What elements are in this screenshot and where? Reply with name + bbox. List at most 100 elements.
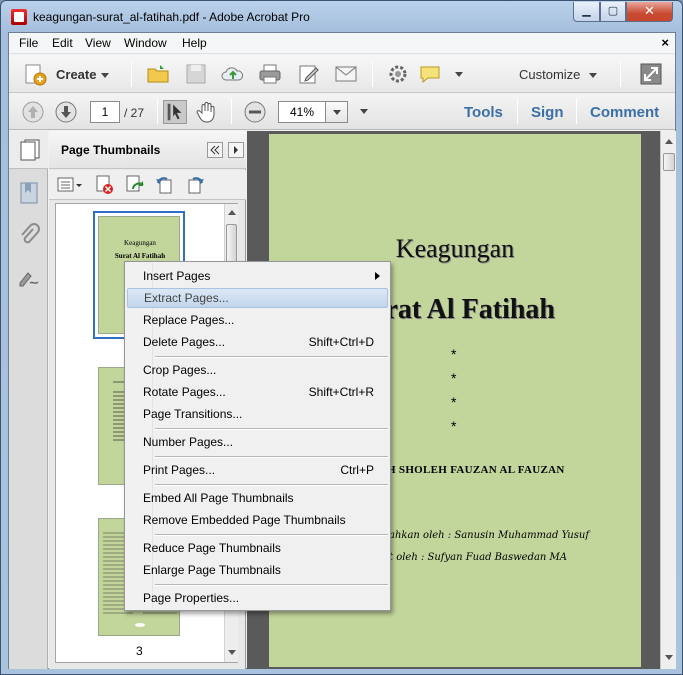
title-bar[interactable]: keagungan-surat_al-fatihah.pdf - Adobe A… (1, 1, 682, 31)
fullscreen-icon[interactable] (639, 62, 663, 86)
more-nav-dropdown-icon[interactable] (360, 109, 368, 114)
navigation-rail (9, 131, 48, 669)
menu-window[interactable]: Window (124, 36, 167, 50)
create-icon[interactable] (23, 62, 47, 86)
menu-item-label: Embed All Page Thumbnails (143, 491, 294, 505)
menu-separator (155, 428, 388, 430)
toolbar-separator (157, 98, 158, 124)
previous-page-icon[interactable] (21, 100, 45, 124)
toolbar-separator (576, 98, 577, 124)
document-scrollbar[interactable] (660, 131, 676, 669)
customize-dropdown-icon[interactable] (589, 73, 597, 78)
upload-cloud-icon[interactable] (221, 62, 245, 86)
menu-item-label: Delete Pages... (143, 335, 226, 349)
save-icon[interactable] (184, 62, 208, 86)
hand-tool-icon[interactable] (195, 100, 219, 124)
doc-star: * (451, 394, 457, 410)
options-menu-icon[interactable] (57, 176, 83, 194)
menu-insert-pages[interactable]: Insert Pages (127, 266, 388, 286)
menu-shortcut: Shift+Ctrl+D (308, 335, 374, 349)
doc-author: H SHOLEH FAUZAN AL FAUZAN (387, 464, 565, 476)
doc-scroll-up-icon[interactable] (665, 139, 673, 144)
bookmarks-icon[interactable] (19, 181, 39, 205)
menu-remove-embedded-thumbnails[interactable]: Remove Embedded Page Thumbnails (127, 510, 388, 530)
tools-pane-link[interactable]: Tools (464, 104, 503, 121)
menu-item-label: Extract Pages... (144, 291, 229, 305)
email-icon[interactable] (334, 62, 358, 86)
delete-pages-icon[interactable] (95, 175, 115, 195)
sign-pane-link[interactable]: Sign (531, 104, 564, 121)
thumb-line-2: Surat Al Fatihah (114, 252, 166, 260)
more-tools-dropdown-icon[interactable] (455, 72, 463, 77)
thumbnail-page-number: 3 (136, 644, 143, 658)
menu-file[interactable]: File (19, 36, 38, 50)
toolbar-separator (620, 61, 621, 87)
next-page-icon[interactable] (54, 100, 78, 124)
doc-star: * (451, 418, 457, 434)
close-document-icon[interactable]: × (661, 35, 669, 50)
edit-document-icon[interactable] (297, 62, 321, 86)
menu-item-label: Print Pages... (143, 463, 216, 477)
doc-star: * (451, 346, 457, 362)
zoom-out-icon[interactable] (243, 100, 267, 124)
scroll-down-icon[interactable] (228, 650, 236, 655)
page-number-input[interactable]: 1 (90, 101, 120, 123)
menu-replace-pages[interactable]: Replace Pages... (127, 310, 388, 330)
menu-embed-thumbnails[interactable]: Embed All Page Thumbnails (127, 488, 388, 508)
menu-enlarge-thumbnails[interactable]: Enlarge Page Thumbnails (127, 560, 388, 580)
rotate-clockwise-icon[interactable] (185, 175, 205, 195)
menu-item-label: Insert Pages (143, 269, 211, 283)
thumbnail-scroll-thumb[interactable] (226, 224, 237, 264)
menu-item-label: Remove Embedded Page Thumbnails (143, 513, 346, 527)
expand-panel-icon[interactable] (228, 142, 244, 158)
toolbar-separator (131, 61, 132, 87)
signatures-icon[interactable] (18, 267, 40, 289)
menu-crop-pages[interactable]: Crop Pages... (127, 360, 388, 380)
menu-item-label: Enlarge Page Thumbnails (143, 563, 281, 577)
doc-scroll-down-icon[interactable] (665, 655, 673, 660)
attachments-icon[interactable] (18, 223, 40, 247)
menu-extract-pages[interactable]: Extract Pages... (127, 288, 388, 308)
scroll-up-icon[interactable] (228, 210, 236, 215)
comment-bubble-icon[interactable] (418, 62, 442, 86)
menu-help[interactable]: Help (182, 36, 207, 50)
page-thumbnails-icon[interactable] (20, 139, 40, 161)
minimize-button[interactable]: ▁ (573, 2, 600, 22)
menu-reduce-thumbnails[interactable]: Reduce Page Thumbnails (127, 538, 388, 558)
doc-scroll-thumb[interactable] (663, 153, 675, 171)
page-total: / 27 (124, 106, 145, 120)
menu-page-properties[interactable]: Page Properties... (127, 588, 388, 608)
menu-delete-pages[interactable]: Delete Pages... Shift+Ctrl+D (127, 332, 388, 352)
menu-separator (155, 584, 388, 586)
doc-title-line-1: Keagungan (395, 234, 515, 263)
menu-rotate-pages[interactable]: Rotate Pages... Shift+Ctrl+R (127, 382, 388, 402)
open-folder-icon[interactable] (146, 62, 170, 86)
rail-header (9, 131, 48, 169)
menu-print-pages[interactable]: Print Pages... Ctrl+P (127, 460, 388, 480)
zoom-level-input[interactable]: 41% (278, 101, 326, 123)
collapse-panel-icon[interactable] (207, 142, 223, 158)
maximize-button[interactable]: ▢ (600, 2, 626, 22)
comment-pane-link[interactable]: Comment (590, 104, 659, 121)
create-dropdown-icon[interactable] (101, 73, 109, 78)
create-button[interactable]: Create (56, 67, 96, 82)
gear-icon[interactable] (386, 62, 410, 86)
menu-number-pages[interactable]: Number Pages... (127, 432, 388, 452)
menu-item-label: Crop Pages... (143, 363, 217, 377)
rotate-counterclockwise-icon[interactable] (155, 175, 175, 195)
zoom-dropdown[interactable] (326, 101, 348, 123)
menu-item-label: Rotate Pages... (143, 385, 226, 399)
doc-translator-line: ahkan oleh : Sanusin Muhammad Yusuf (389, 530, 590, 541)
print-icon[interactable] (258, 62, 282, 86)
menu-page-transitions[interactable]: Page Transitions... (127, 404, 388, 424)
select-tool-icon[interactable] (163, 100, 187, 124)
window-title: keagungan-surat_al-fatihah.pdf - Adobe A… (33, 10, 310, 24)
thumbnail-toolbar (49, 170, 246, 200)
close-window-button[interactable]: ✕ (626, 2, 673, 22)
insert-pages-icon[interactable] (125, 175, 145, 195)
thumb-line-1: Keagungan (124, 239, 156, 247)
customize-button[interactable]: Customize (519, 67, 580, 82)
menu-edit[interactable]: Edit (52, 36, 73, 50)
menu-view[interactable]: View (85, 36, 111, 50)
doc-editor-line: t oleh : Sufyan Fuad Baswedan MA (389, 552, 568, 563)
